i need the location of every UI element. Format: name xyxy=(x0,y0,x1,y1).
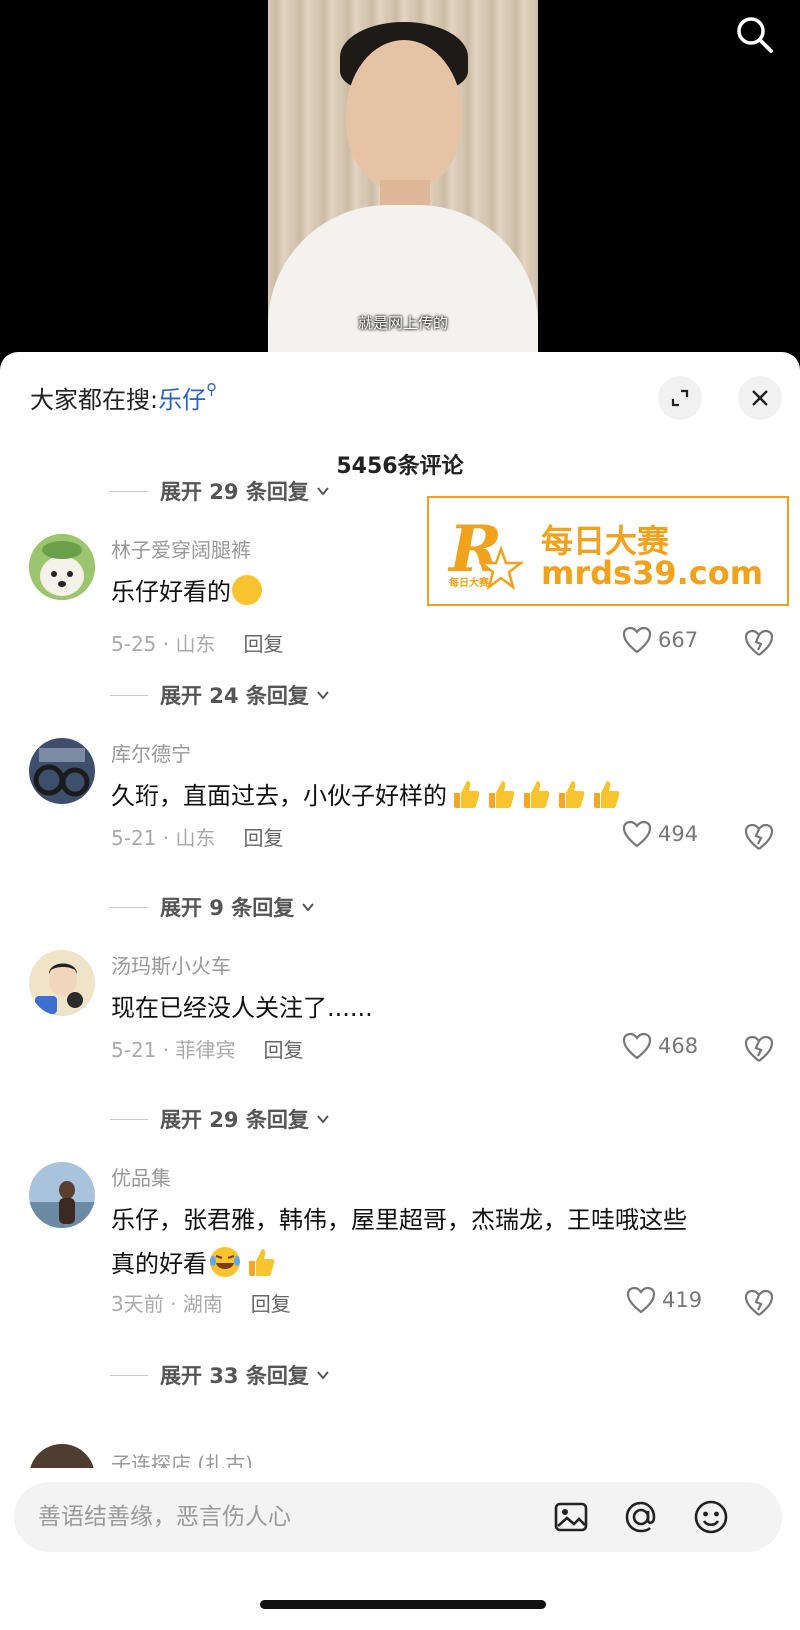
thumbs-up-icon xyxy=(249,1249,275,1276)
video-player[interactable]: 就是网上传的 xyxy=(0,0,800,370)
comment-meta: 5-21 · 山东 回复 xyxy=(111,822,283,851)
small-search-icon: ⚲ xyxy=(206,380,218,398)
comment-input[interactable] xyxy=(38,1482,538,1552)
comment-text: 久珩，直面过去，小伙子好样的 xyxy=(111,774,766,818)
dislike-icon[interactable] xyxy=(743,822,775,854)
dislike-icon[interactable] xyxy=(743,628,775,660)
comment-text-line: 乐仔，张君雅，韩伟，屋里超哥，杰瑞龙，王哇哦这些 xyxy=(111,1206,687,1234)
expand-replies-label: 展开 24 条回复 xyxy=(160,684,309,708)
trending-search-prefix: 大家都在搜: xyxy=(30,386,159,414)
comment-date-location: 3天前 · 湖南 xyxy=(111,1292,223,1316)
divider xyxy=(110,490,148,492)
expand-replies-label: 展开 29 条回复 xyxy=(160,480,309,504)
expand-replies-label: 展开 33 条回复 xyxy=(160,1364,309,1388)
avatar[interactable] xyxy=(29,534,95,600)
comment-username[interactable]: 汤玛斯小火车 xyxy=(111,950,231,979)
heart-icon xyxy=(626,1286,656,1314)
laugh-emoji-icon xyxy=(232,575,262,605)
emoji-icon[interactable] xyxy=(692,1498,730,1536)
reply-button[interactable]: 回复 xyxy=(251,1288,291,1317)
comment-meta: 3天前 · 湖南 回复 xyxy=(111,1288,291,1317)
thumbs-up-icon xyxy=(559,781,585,808)
expand-replies-button[interactable]: 展开 24 条回复 xyxy=(110,680,331,710)
thumbs-up-emoji-row xyxy=(447,781,622,810)
close-button[interactable] xyxy=(738,376,782,420)
like-count: 468 xyxy=(658,1034,699,1058)
at-icon[interactable] xyxy=(622,1498,660,1536)
avatar[interactable] xyxy=(29,738,95,804)
comment-input-bar xyxy=(0,1468,800,1630)
watermark-url: mrds39.com xyxy=(541,554,764,592)
heart-icon xyxy=(622,820,652,848)
video-person-body xyxy=(268,205,538,370)
like-count: 667 xyxy=(658,628,699,652)
chevron-down-icon xyxy=(302,903,315,912)
divider xyxy=(110,694,148,696)
comment-text-line-2: 真的好看 xyxy=(111,1242,766,1286)
video-frame: 就是网上传的 xyxy=(268,0,538,370)
video-subtitle: 就是网上传的 xyxy=(357,314,448,332)
comment-date-location: 5-25 · 山东 xyxy=(111,632,216,656)
comment-username[interactable]: 库尔德宁 xyxy=(111,738,191,767)
close-icon xyxy=(752,390,768,406)
reply-button[interactable]: 回复 xyxy=(243,822,283,851)
laugh-cry-emoji-icon xyxy=(210,1247,240,1277)
divider xyxy=(110,1374,148,1376)
comment-text-body: 乐仔好看的 xyxy=(111,578,231,606)
comment-meta: 5-21 · 菲律宾 回复 xyxy=(111,1034,303,1063)
avatar[interactable] xyxy=(29,1162,95,1228)
divider xyxy=(110,906,148,908)
chevron-down-icon xyxy=(317,1115,329,1124)
reply-button[interactable]: 回复 xyxy=(243,628,283,657)
comment-username[interactable]: 林子爱穿阔腿裤 xyxy=(111,534,251,563)
thumbs-up-icon xyxy=(594,781,620,808)
expand-replies-button[interactable]: 展开 29 条回复 xyxy=(110,476,331,506)
like-button[interactable]: 419 xyxy=(626,1286,702,1314)
comment-text-body: 真的好看 xyxy=(111,1250,207,1278)
thumbs-up-icon xyxy=(489,781,515,808)
video-person-face xyxy=(346,40,462,190)
comment-text-body: 久珩，直面过去，小伙子好样的 xyxy=(111,782,447,810)
trending-search[interactable]: 大家都在搜:乐仔⚲ xyxy=(30,380,217,415)
home-indicator xyxy=(260,1600,546,1609)
expand-replies-button[interactable]: 展开 33 条回复 xyxy=(110,1360,331,1390)
thumbs-up-icon xyxy=(454,781,480,808)
like-count: 494 xyxy=(658,822,699,846)
expand-icon xyxy=(671,389,689,407)
chevron-down-icon xyxy=(317,691,329,700)
star-icon xyxy=(479,546,523,590)
expand-replies-button[interactable]: 展开 9 条回复 xyxy=(110,892,316,922)
dislike-icon[interactable] xyxy=(743,1034,775,1066)
heart-icon xyxy=(622,626,652,654)
expand-replies-label: 展开 9 条回复 xyxy=(160,896,295,920)
chevron-down-icon xyxy=(317,487,329,496)
avatar[interactable] xyxy=(29,950,95,1016)
comment-input-container xyxy=(14,1482,782,1552)
trending-search-keyword[interactable]: 乐仔 xyxy=(158,386,206,414)
search-icon[interactable] xyxy=(732,12,776,56)
reply-button[interactable]: 回复 xyxy=(263,1034,303,1063)
expand-replies-button[interactable]: 展开 29 条回复 xyxy=(110,1104,331,1134)
image-icon[interactable] xyxy=(552,1498,590,1536)
expand-button[interactable] xyxy=(658,376,702,420)
expand-replies-label: 展开 29 条回复 xyxy=(160,1108,309,1132)
comment-username[interactable]: 优品集 xyxy=(111,1162,171,1191)
like-count: 419 xyxy=(662,1288,703,1312)
chevron-down-icon xyxy=(317,1371,329,1380)
watermark-logo: R 每日大赛 每日大赛 mrds39.com xyxy=(427,496,789,606)
divider xyxy=(110,1118,148,1120)
thumbs-up-icon xyxy=(524,781,550,808)
like-button[interactable]: 494 xyxy=(622,820,698,848)
comment-date-location: 5-21 · 菲律宾 xyxy=(111,1038,236,1062)
comment-meta: 5-25 · 山东 回复 xyxy=(111,628,283,657)
comment-text: 乐仔，张君雅，韩伟，屋里超哥，杰瑞龙，王哇哦这些 真的好看 xyxy=(111,1198,766,1286)
like-button[interactable]: 468 xyxy=(622,1032,698,1060)
comment-date-location: 5-21 · 山东 xyxy=(111,826,216,850)
like-button[interactable]: 667 xyxy=(622,626,698,654)
heart-icon xyxy=(622,1032,652,1060)
comment-text: 现在已经没人关注了...... xyxy=(111,994,373,1022)
dislike-icon[interactable] xyxy=(743,1288,775,1320)
